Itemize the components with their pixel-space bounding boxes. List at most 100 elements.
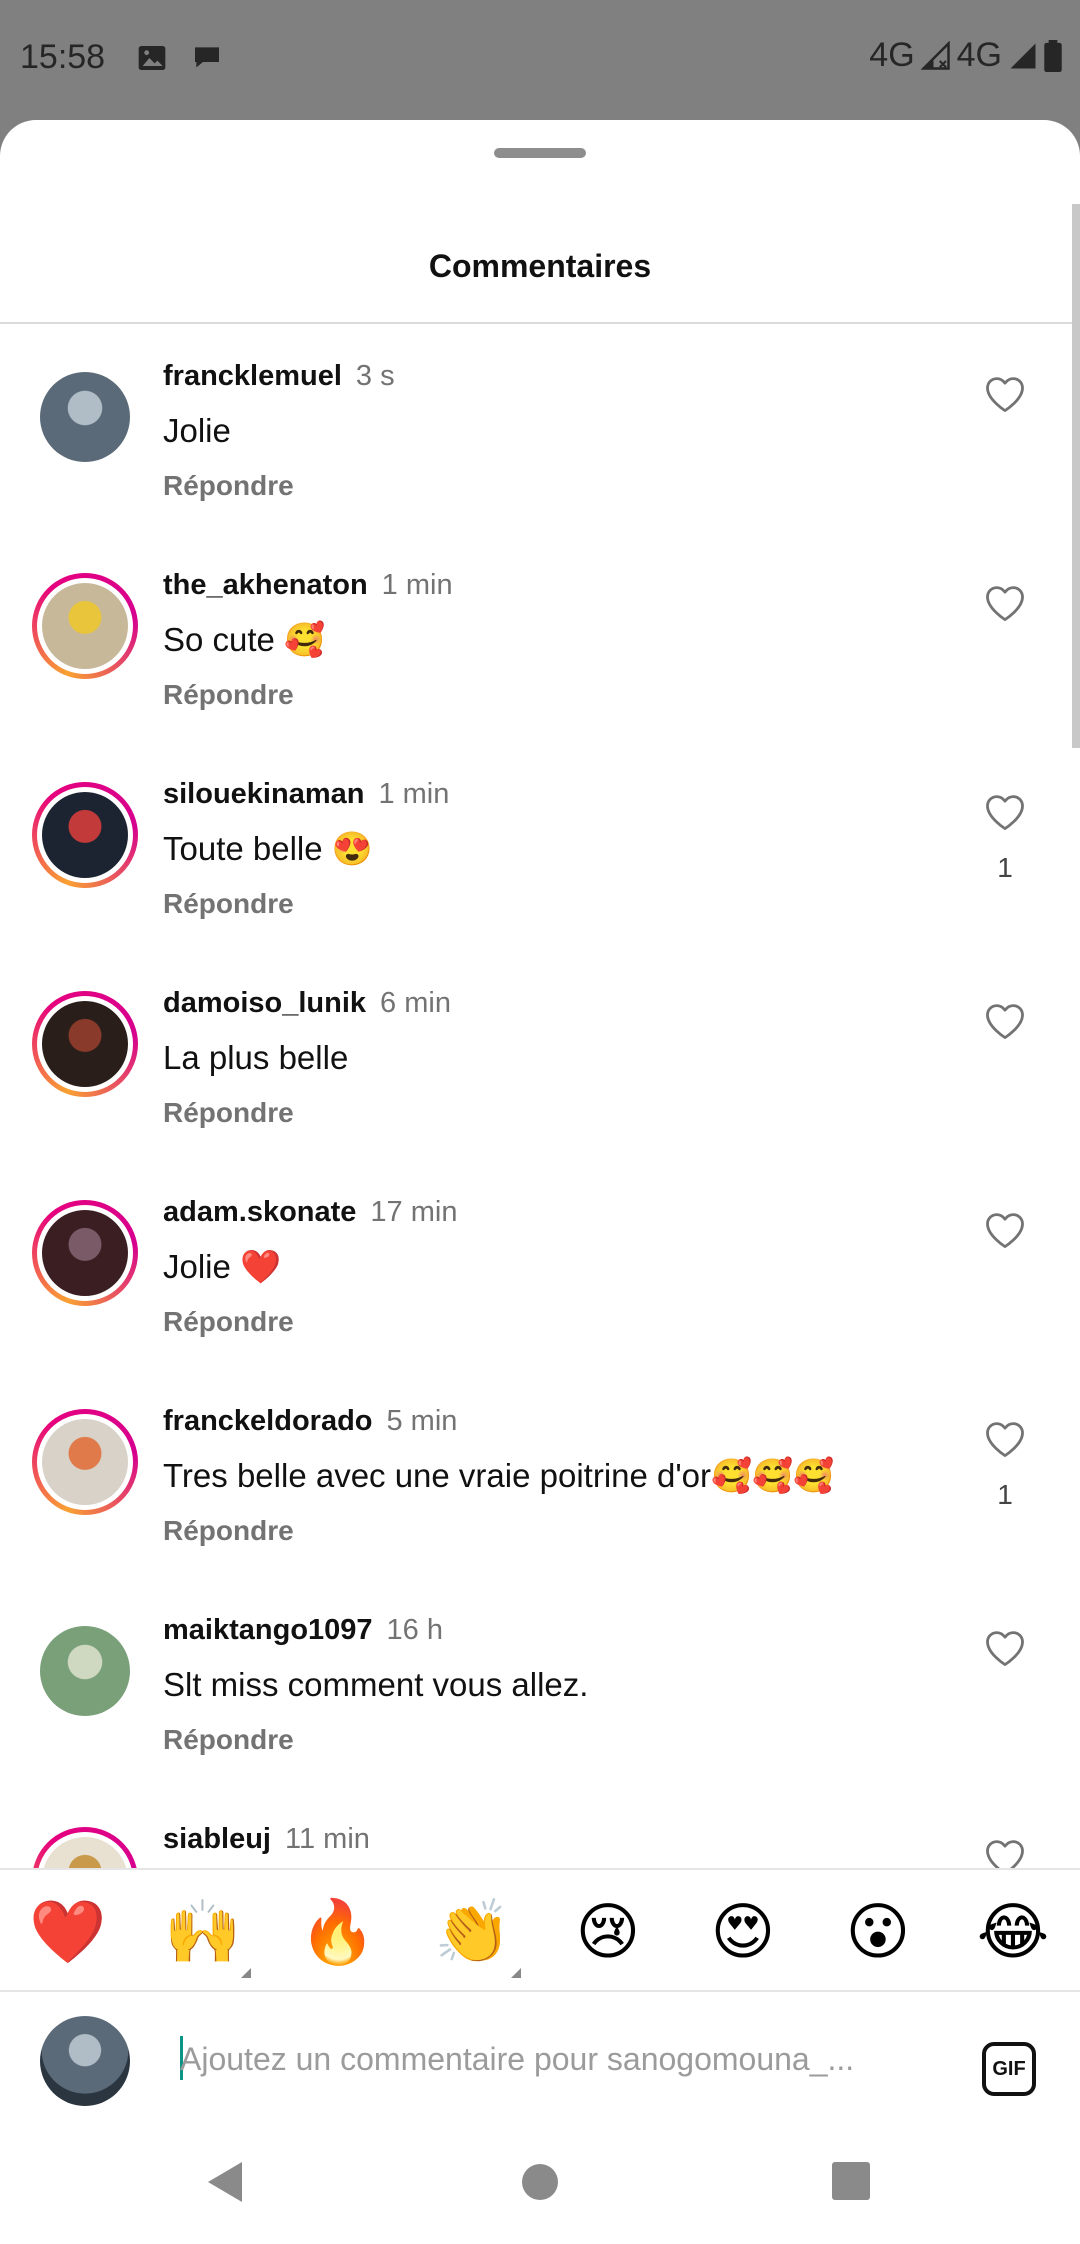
avatar[interactable] [32,364,138,470]
comment-username[interactable]: silouekinaman 1 min [163,778,449,811]
comment-username[interactable]: the_akhenaton 1 min [163,569,453,602]
avatar-image [37,1205,133,1301]
like-heart-icon[interactable] [984,583,1026,623]
reply-button[interactable]: Répondre [163,888,294,920]
emoji-glyph: 🔥 [299,1895,377,1968]
avatar[interactable] [32,1618,138,1724]
network-type-2: 4G [956,36,1002,74]
username-text[interactable]: the_akhenaton [163,569,368,601]
username-text[interactable]: maiktango1097 [163,1614,373,1646]
status-bar: 15:58 4G 4G [0,0,1080,120]
surprised-face-icon[interactable]: 😮 [838,1892,918,1972]
comment-time: 1 min [381,569,453,601]
comment-row: silouekinaman 1 min Toute belle 😍 Répondre 1 [0,742,1080,951]
username-text[interactable]: silouekinaman [163,778,364,810]
tears-of-joy-face-icon[interactable]: 😂 [973,1892,1053,1972]
reply-button[interactable]: Répondre [163,1306,294,1338]
comment-input-row: GIF [0,1992,1080,2132]
like-count: 1 [997,1479,1013,1510]
comment-text: Slt miss comment vous allez. [163,1666,589,1703]
comment-row: maiktango1097 16 h Slt miss comment vous a… [0,1578,1080,1787]
drag-handle[interactable] [494,148,586,158]
comment-text: Toute belle 😍 [163,830,373,867]
comment-row: francklemuel 3 s Jolie Répondre [0,324,1080,533]
username-text[interactable]: damoiso_lunik [163,987,366,1019]
avatar[interactable] [32,991,138,1097]
raising-hands-icon[interactable]: 🙌 [163,1892,251,1978]
avatar-image [37,787,133,883]
username-text[interactable]: franckeldorado [163,1405,373,1437]
comment-input[interactable] [180,2032,920,2086]
comment-time: 16 h [386,1614,443,1646]
variants-indicator [241,1968,251,1978]
comment-list: francklemuel 3 s Jolie Répondre the_akhenato… [0,324,1080,1988]
reply-button[interactable]: Répondre [163,679,294,711]
comment-row: the_akhenaton 1 min So cute 🥰 Répondre [0,533,1080,742]
like-count: 1 [997,852,1013,883]
current-user-avatar [40,2016,130,2106]
gallery-notification-icon [138,46,166,70]
reply-button[interactable]: Répondre [163,1515,294,1547]
comment-row: adam.skonate 17 min Jolie ❤️ Répondre [0,1160,1080,1369]
emoji-glyph: 👏 [434,1895,512,1968]
clapping-hands-icon[interactable]: 👏 [433,1892,521,1978]
comment-username[interactable]: maiktango1097 16 h [163,1614,443,1647]
reply-button[interactable]: Répondre [163,1097,294,1129]
comment-time: 5 min [386,1405,458,1437]
avatar[interactable] [32,1409,138,1515]
emoji-reaction-bar: ❤️ 🙌 🔥 👏 😢 😍 😮 😂 [0,1868,1080,1992]
comment-text: Jolie [163,412,231,449]
emoji-glyph: 😢 [575,1895,641,1968]
avatar[interactable] [32,1200,138,1306]
like-heart-icon[interactable] [984,1210,1026,1250]
emoji-glyph: 😮 [845,1895,911,1968]
crying-face-icon[interactable]: 😢 [568,1892,648,1972]
comment-text: So cute 🥰 [163,621,326,658]
comment-time: 11 min [285,1823,370,1855]
fire-icon[interactable]: 🔥 [298,1892,378,1972]
comment-text: Jolie ❤️ [163,1248,282,1285]
username-text[interactable]: adam.skonate [163,1196,356,1228]
comment-username[interactable]: francklemuel 3 s [163,360,395,393]
emoji-glyph: 😂 [976,1895,1050,1968]
comment-time: 6 min [380,987,451,1019]
reply-button[interactable]: Répondre [163,470,294,502]
variants-indicator [511,1968,521,1978]
comment-username[interactable]: adam.skonate 17 min [163,1196,457,1229]
comment-row: damoiso_lunik 6 min La plus belle Répondre [0,951,1080,1160]
emoji-glyph: 😍 [710,1895,776,1968]
reply-button[interactable]: Répondre [163,1724,294,1756]
comment-username[interactable]: damoiso_lunik 6 min [163,987,451,1020]
like-heart-icon[interactable] [984,374,1026,414]
like-heart-icon[interactable] [984,1628,1026,1668]
comment-row: franckeldorado 5 min Tres belle avec une v… [0,1369,1080,1578]
like-heart-icon[interactable] [984,1419,1026,1459]
like-heart-icon[interactable] [984,1001,1026,1041]
comment-text: Tres belle avec une vraie poitrine d'or🥰… [163,1457,835,1494]
home-icon[interactable] [522,2164,558,2200]
avatar-image [37,996,133,1092]
comment-text: La plus belle [163,1039,349,1076]
back-icon[interactable] [208,2162,242,2202]
emoji-glyph: 🙌 [164,1895,242,1968]
heart-eyes-face-icon[interactable]: 😍 [703,1892,783,1972]
sheet-title: Commentaires [428,248,652,284]
username-text[interactable]: siableuj [163,1823,271,1855]
network-type-1: 4G [869,36,915,74]
username-text[interactable]: francklemuel [163,360,342,392]
like-heart-icon[interactable] [984,792,1026,832]
signal-weak-icon [920,40,950,70]
chat-notification-icon [195,47,219,68]
avatar[interactable] [32,782,138,888]
battery-icon [1044,39,1062,72]
recent-apps-icon[interactable] [832,2162,870,2200]
avatar[interactable] [32,573,138,679]
avatar-image [40,372,130,462]
gif-button[interactable]: GIF [982,2042,1036,2096]
red-heart-icon[interactable]: ❤️ [28,1892,108,1972]
status-time: 15:58 [20,38,106,76]
signal-strong-icon [1010,43,1036,68]
comment-username[interactable]: franckeldorado 5 min [163,1405,457,1438]
comment-username[interactable]: siableuj 11 min [163,1823,370,1856]
emoji-glyph: ❤️ [29,1895,107,1968]
